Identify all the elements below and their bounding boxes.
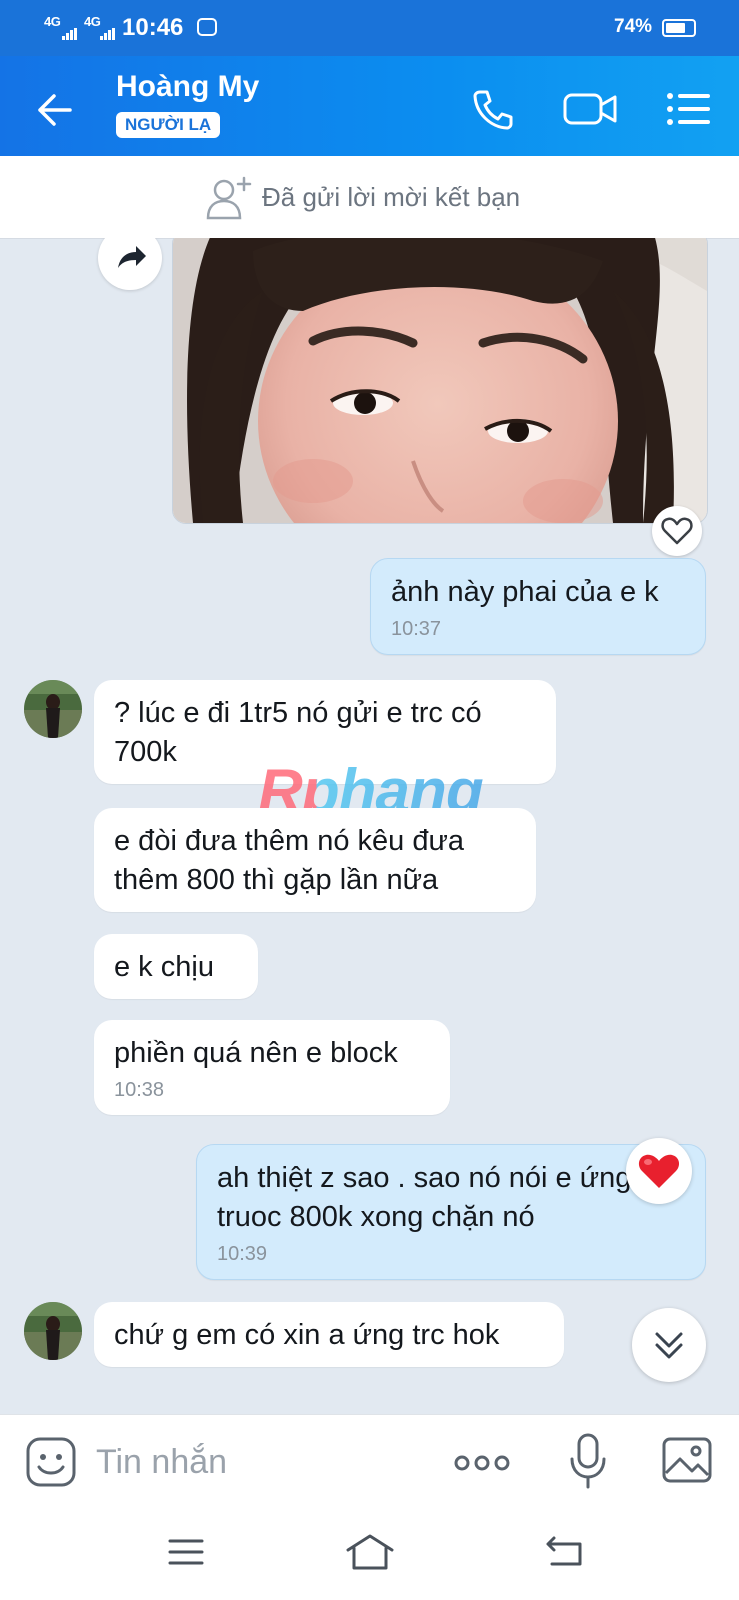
app-notification-icon: [197, 18, 217, 36]
contact-avatar[interactable]: [24, 680, 82, 738]
battery-icon: [662, 19, 696, 37]
network-indicator-2: 4G: [84, 14, 101, 29]
nav-home-icon[interactable]: [344, 1530, 396, 1574]
message-text: ảnh này phai của e k: [391, 576, 659, 608]
video-camera-icon[interactable]: [562, 84, 620, 134]
friend-request-bar: Đã gửi lời mời kết bạn: [0, 156, 739, 239]
battery-percent: 74%: [614, 16, 653, 37]
status-time: 10:46: [122, 14, 184, 41]
avatar-image: [24, 680, 82, 738]
photo-message[interactable]: [172, 238, 708, 524]
message-text-line: thêm 800 thì gặp lần nữa: [114, 864, 439, 896]
chat-header: Hoàng My NGƯỜI LẠ: [0, 56, 739, 156]
message-input[interactable]: [96, 1439, 426, 1485]
share-button[interactable]: [98, 238, 162, 290]
microphone-icon[interactable]: [566, 1431, 610, 1493]
scroll-to-bottom-button[interactable]: [632, 1308, 706, 1382]
message-text: e k chịu: [114, 951, 214, 983]
friend-request-status: Đã gửi lời mời kết bạn: [262, 182, 521, 212]
network-indicator-1: 4G: [44, 14, 61, 29]
message-text-line: 700k: [114, 736, 177, 768]
message-time: 10:39: [217, 1243, 268, 1265]
selfie-photo: [173, 238, 707, 523]
message-bubble-received[interactable]: e k chịu: [94, 934, 258, 999]
signal-icon-2: [100, 28, 115, 40]
avatar-image: [24, 1302, 82, 1360]
heart-outline-icon: [661, 517, 693, 545]
system-nav-bar: [0, 1508, 739, 1600]
emoji-icon[interactable]: [24, 1435, 78, 1489]
more-dots-icon[interactable]: [452, 1441, 512, 1485]
message-bubble-received[interactable]: chứ g em có xin a ứng trc hok: [94, 1302, 564, 1367]
message-text: chứ g em có xin a ứng trc hok: [114, 1319, 500, 1351]
share-forward-icon: [118, 246, 146, 268]
status-bar: 4G 4G 10:46 74%: [0, 0, 739, 56]
heart-filled-icon: [638, 1154, 680, 1188]
contact-avatar[interactable]: [24, 1302, 82, 1360]
back-arrow-icon[interactable]: [26, 82, 82, 138]
chevron-double-down-icon: [655, 1332, 683, 1359]
message-list[interactable]: ảnh này phai của e k 10:37 ? lúc e đi 1t…: [0, 238, 739, 1414]
list-menu-icon[interactable]: [664, 84, 714, 134]
like-button[interactable]: [652, 506, 702, 556]
message-composer: [0, 1414, 739, 1509]
stranger-badge: NGƯỜI LẠ: [116, 112, 221, 138]
message-time: 10:38: [114, 1079, 165, 1101]
nav-back-icon[interactable]: [544, 1532, 588, 1572]
message-bubble-received[interactable]: phiền quá nên e block 10:38: [94, 1020, 450, 1115]
message-text: phiền quá nên e block: [114, 1037, 398, 1069]
signal-icon: [62, 28, 77, 40]
image-icon[interactable]: [660, 1433, 714, 1487]
contact-name[interactable]: Hoàng My: [116, 70, 259, 104]
reaction-badge[interactable]: [626, 1138, 692, 1204]
nav-menu-icon[interactable]: [166, 1532, 206, 1572]
message-text-line: e đòi đưa thêm nó kêu đưa: [114, 825, 464, 857]
message-bubble-sent[interactable]: ảnh này phai của e k 10:37: [370, 558, 706, 655]
message-text-line: truoc 800k xong chặn nó: [217, 1201, 535, 1233]
message-text-line: ? lúc e đi 1tr5 nó gửi e trc có: [114, 697, 482, 729]
message-time: 10:37: [391, 618, 442, 640]
phone-icon[interactable]: [468, 84, 518, 134]
message-bubble-received[interactable]: e đòi đưa thêm nó kêu đưa thêm 800 thì g…: [94, 808, 536, 912]
message-text-line: ah thiệt z sao . sao nó nói e ứng: [217, 1162, 632, 1194]
add-friend-icon: [206, 176, 252, 220]
